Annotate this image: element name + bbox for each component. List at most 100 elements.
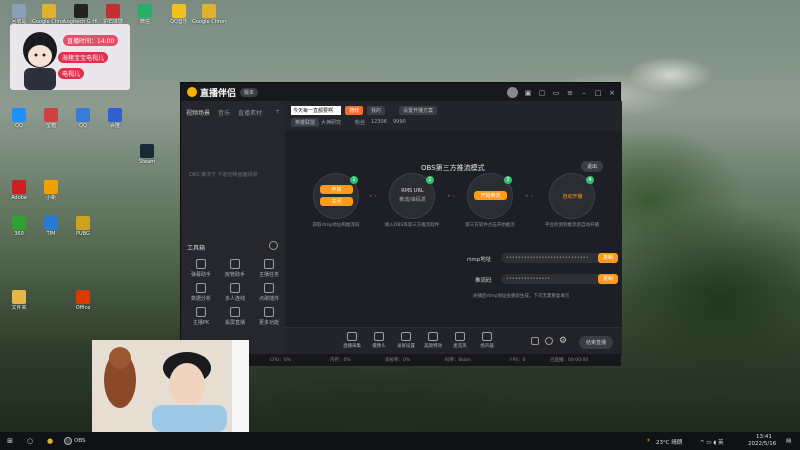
category-button[interactable]: 我的 [367,106,386,115]
desktop-icon[interactable]: QQ [66,108,100,138]
chrome-taskbar-icon[interactable]: ● [44,435,56,447]
bottom-button-camera[interactable]: 摄像头 [366,332,392,349]
desktop-icon[interactable]: 百度 [98,108,132,138]
step-arrow-3: • › [525,193,533,200]
tool-label: 房管助手 [224,272,245,278]
category-badge[interactable]: 英雄联盟 [291,118,320,127]
app-icon [140,144,154,158]
setup-plan-button[interactable]: 设置开播方案 [399,106,438,115]
search-icon[interactable]: ○ [24,435,36,447]
pk-icon [196,307,206,317]
message-icon[interactable]: ▢ [538,89,546,97]
copy-rtmp-button[interactable]: 复制 [598,253,618,263]
add-icon[interactable]: + [275,108,280,117]
desktop-icon[interactable]: Office [66,290,100,320]
bottom-button-microphone[interactable]: 麦克风 [447,332,473,349]
desktop-icon[interactable]: PUBG [66,216,100,246]
tab-music[interactable]: 音乐 [218,108,230,117]
desktop-icon-label: Office [75,305,91,311]
bottom-button-label: 直播采集 [343,344,361,349]
bottom-button-screen[interactable]: 录屏设置 [393,332,419,349]
app-icon [202,4,216,18]
desktop-icon[interactable]: Adobe [2,180,36,210]
desktop-icon[interactable]: 文件夹 [2,290,36,320]
close-icon[interactable]: × [608,89,616,97]
user-avatar[interactable] [507,87,518,98]
desktop-icon[interactable]: 360 [2,216,36,246]
bottom-button-effect[interactable]: 美颜特效 [420,332,446,349]
windows-start-icon[interactable]: ⊞ [4,435,16,447]
desktop-icon[interactable]: Steam [130,144,164,174]
start-push-button[interactable]: 开始推流 [474,191,507,200]
desktop-icon[interactable]: TIM [34,216,68,246]
minimize-icon[interactable]: – [580,89,588,97]
left-panel: 视频场景 音乐 直播素材 + OBS 推流下 不能切换画面场景 工具箱 弹幕助手… [181,101,285,355]
titlebar: 直播伴侣 版本 ▣ ▢ ▭ ≡ – □ × [181,83,620,101]
step-2-subtitle: 推流/串码发 [399,197,426,203]
tool-people[interactable]: 多人连线 [219,283,251,302]
tool-more[interactable]: 更多功能 [253,307,285,326]
mic-icon [347,332,357,341]
bottom-button-mic[interactable]: 直播采集 [339,332,365,349]
microphone-icon [455,332,465,341]
logo-icon [187,87,197,97]
app-icon [12,180,26,194]
step-1-stop-button[interactable]: 关闭 [320,197,353,206]
desktop-icon-label: QQ [15,123,23,129]
chart-icon [196,283,206,293]
step-4: 4 自动开播 [549,173,595,219]
desktop-icon-label: QQ [79,123,87,129]
step-1-start-button[interactable]: 开启 [320,185,353,194]
desktop-icon-label: 微信 [139,19,150,25]
maximize-icon[interactable]: □ [594,89,602,97]
copy-key-button[interactable]: 复制 [598,274,618,284]
desktop-icon[interactable]: QQ音乐 [162,4,196,34]
obs-taskbar-button[interactable]: OBS [64,435,94,447]
desktop-icon-label: 文件夹 [11,305,27,311]
tool-screen[interactable]: 投屏直播 [219,307,251,326]
tool-video[interactable]: 弹幕助手 [185,259,217,278]
rtmp-address-field[interactable]: •••••••••••••••••••••••••••• [501,253,613,263]
menu-icon[interactable]: ≡ [566,89,574,97]
tab-materials[interactable]: 直播素材 [238,108,262,117]
music-icon [264,283,274,293]
app-icon [74,4,88,18]
stream-tag[interactable]: 游戏 [345,106,364,115]
app-icon [12,216,26,230]
desktop-icon-label: PUBG [76,231,90,237]
exit-mode-button[interactable]: 退出 [581,161,604,172]
desktop-icon[interactable]: Google Chrome [192,4,226,34]
step-1: 1 开启 关闭 [313,173,359,219]
clock-date[interactable]: 2022/5/16 [748,441,776,447]
app-icon [44,216,58,230]
app-icon [12,4,26,18]
settings-gear-icon[interactable]: ⚙ [559,336,567,346]
desktop-icon[interactable]: 小新 [34,180,68,210]
tool-chart[interactable]: 数据分析 [185,283,217,302]
bottom-button-speaker[interactable]: 扬声器 [474,332,500,349]
tool-user[interactable]: 房管助手 [219,259,251,278]
tool-music[interactable]: 点歌插件 [253,283,285,302]
notification-icon[interactable]: ▤ [786,438,791,444]
tool-gift[interactable]: 主播任务 [253,259,285,278]
desktop-icon[interactable]: 微信 [128,4,162,34]
record-icon[interactable] [531,337,539,345]
end-stream-button[interactable]: 结束直播 [579,336,614,349]
tab-scenes[interactable]: 视频场景 [186,108,210,117]
more-icon [264,307,274,317]
weather-text[interactable]: 23°C 晴朗 [656,438,682,446]
tool-label: 更多功能 [258,320,279,326]
stream-key-field[interactable]: ••••••••••••••• [501,274,613,284]
mirror-icon[interactable] [545,337,553,345]
version-badge[interactable]: 版本 [240,87,259,97]
toolbox-settings-icon[interactable] [269,241,278,250]
clock-time[interactable]: 13:41 [756,434,772,440]
tool-pk[interactable]: 主播PK [185,307,217,326]
tray-icons[interactable]: ^ ▭ ◖ 英 [700,438,723,446]
gift-icon[interactable]: ▣ [524,89,532,97]
stream-title-input[interactable]: 今天每一直都要啊 [291,106,341,115]
desktop-icon[interactable]: 宝箱 [34,108,68,138]
desktop-icon[interactable]: QQ [2,108,36,138]
screen-icon[interactable]: ▭ [552,89,560,97]
status-duration: 已直播：00:00:00 [550,358,589,363]
